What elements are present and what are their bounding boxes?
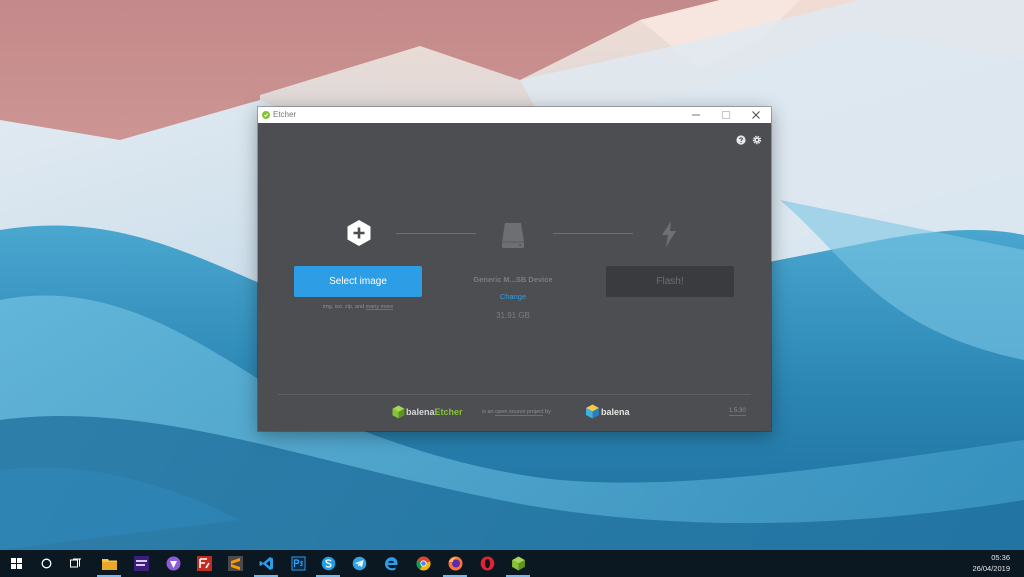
open-source-link[interactable]: open source project bbox=[495, 409, 544, 416]
clock-time: 05:36 bbox=[991, 553, 1010, 562]
taskbar-app[interactable] bbox=[158, 550, 188, 577]
task-view-icon bbox=[70, 558, 81, 568]
minimize-button[interactable] bbox=[681, 107, 711, 123]
footer-divider bbox=[278, 394, 751, 395]
taskbar-etcher[interactable] bbox=[503, 550, 533, 577]
brand-prefix: balena bbox=[406, 407, 435, 417]
skype-icon bbox=[321, 556, 335, 571]
taskbar-sublime-text[interactable] bbox=[220, 550, 250, 577]
etcher-app-icon bbox=[262, 111, 270, 119]
chrome-icon bbox=[415, 556, 431, 571]
vscode-icon bbox=[259, 557, 273, 570]
taskbar-app[interactable] bbox=[126, 550, 156, 577]
formats-text: img, iso, zip, and bbox=[322, 304, 366, 310]
taskbar-photoshop[interactable] bbox=[283, 550, 313, 577]
window-title: Etcher bbox=[273, 110, 297, 119]
task-view-button[interactable] bbox=[61, 550, 91, 577]
etcher-window: Etcher Select image img, iso, zip, and m… bbox=[258, 107, 771, 431]
step-connector bbox=[396, 233, 476, 234]
taskbar-telegram[interactable] bbox=[344, 550, 374, 577]
step-connector bbox=[553, 233, 633, 234]
minimize-icon bbox=[692, 114, 700, 116]
maximize-button[interactable] bbox=[711, 107, 741, 123]
supported-formats: img, iso, zip, and many more bbox=[294, 304, 422, 310]
cortana-button[interactable] bbox=[31, 550, 61, 577]
gear-icon[interactable] bbox=[752, 135, 762, 145]
tagline: is an open source project by bbox=[482, 409, 551, 416]
taskbar-chrome[interactable] bbox=[408, 550, 438, 577]
taskbar-opera[interactable] bbox=[472, 550, 502, 577]
taskbar: 05:36 26/04/2019 bbox=[0, 550, 1024, 577]
select-image-button[interactable]: Select image bbox=[294, 266, 422, 297]
balena-logo-icon[interactable] bbox=[585, 404, 600, 419]
etcher-logo-icon[interactable] bbox=[392, 405, 405, 419]
start-button[interactable] bbox=[1, 550, 31, 577]
file-explorer-icon bbox=[101, 559, 117, 570]
etcher-icon bbox=[511, 556, 525, 571]
drive-size: 31.91 GB bbox=[496, 311, 530, 320]
footer: balenaEtcher is an open source project b… bbox=[258, 403, 771, 427]
close-button[interactable] bbox=[741, 107, 771, 123]
close-icon bbox=[752, 111, 760, 119]
photoshop-icon bbox=[290, 556, 306, 571]
taskbar-firefox[interactable] bbox=[440, 550, 470, 577]
plus-icon bbox=[347, 220, 371, 246]
start-icon bbox=[10, 558, 22, 569]
flash-button[interactable]: Flash! bbox=[606, 266, 734, 297]
clock-date: 26/04/2019 bbox=[972, 564, 1010, 573]
lightning-bolt-icon bbox=[662, 221, 676, 247]
many-more-link[interactable]: many more bbox=[366, 304, 394, 310]
taskbar-filezilla[interactable] bbox=[189, 550, 219, 577]
balena-logo-text[interactable]: balena bbox=[601, 407, 630, 417]
opera-icon bbox=[480, 556, 494, 571]
filezilla-icon bbox=[196, 556, 212, 571]
system-clock[interactable]: 05:36 26/04/2019 bbox=[950, 552, 1010, 574]
brand-product: Etcher bbox=[434, 407, 463, 417]
edge-icon bbox=[384, 557, 398, 571]
taskbar-file-explorer[interactable] bbox=[94, 550, 124, 577]
maximize-icon bbox=[722, 111, 730, 119]
firefox-icon bbox=[448, 556, 462, 571]
taskbar-edge[interactable] bbox=[376, 550, 406, 577]
tagline-suffix: by bbox=[543, 409, 551, 415]
drive-icon bbox=[502, 223, 524, 248]
taskbar-vscode[interactable] bbox=[251, 550, 281, 577]
app-icon bbox=[166, 556, 180, 571]
app-icon bbox=[133, 556, 149, 571]
version-label[interactable]: 1.5.30 bbox=[729, 408, 746, 416]
drive-name: Generic M...SB Device bbox=[473, 275, 553, 284]
sublime-text-icon bbox=[227, 556, 243, 571]
taskbar-skype[interactable] bbox=[313, 550, 343, 577]
cortana-icon bbox=[41, 558, 51, 569]
balena-etcher-logo-text[interactable]: balenaEtcher bbox=[406, 407, 463, 417]
telegram-icon bbox=[352, 556, 366, 571]
title-bar[interactable]: Etcher bbox=[258, 107, 771, 123]
change-drive-link[interactable]: Change bbox=[483, 292, 543, 301]
help-icon[interactable] bbox=[736, 135, 746, 145]
app-content: Select image img, iso, zip, and many mor… bbox=[258, 123, 771, 431]
tagline-prefix: is an bbox=[482, 409, 496, 415]
